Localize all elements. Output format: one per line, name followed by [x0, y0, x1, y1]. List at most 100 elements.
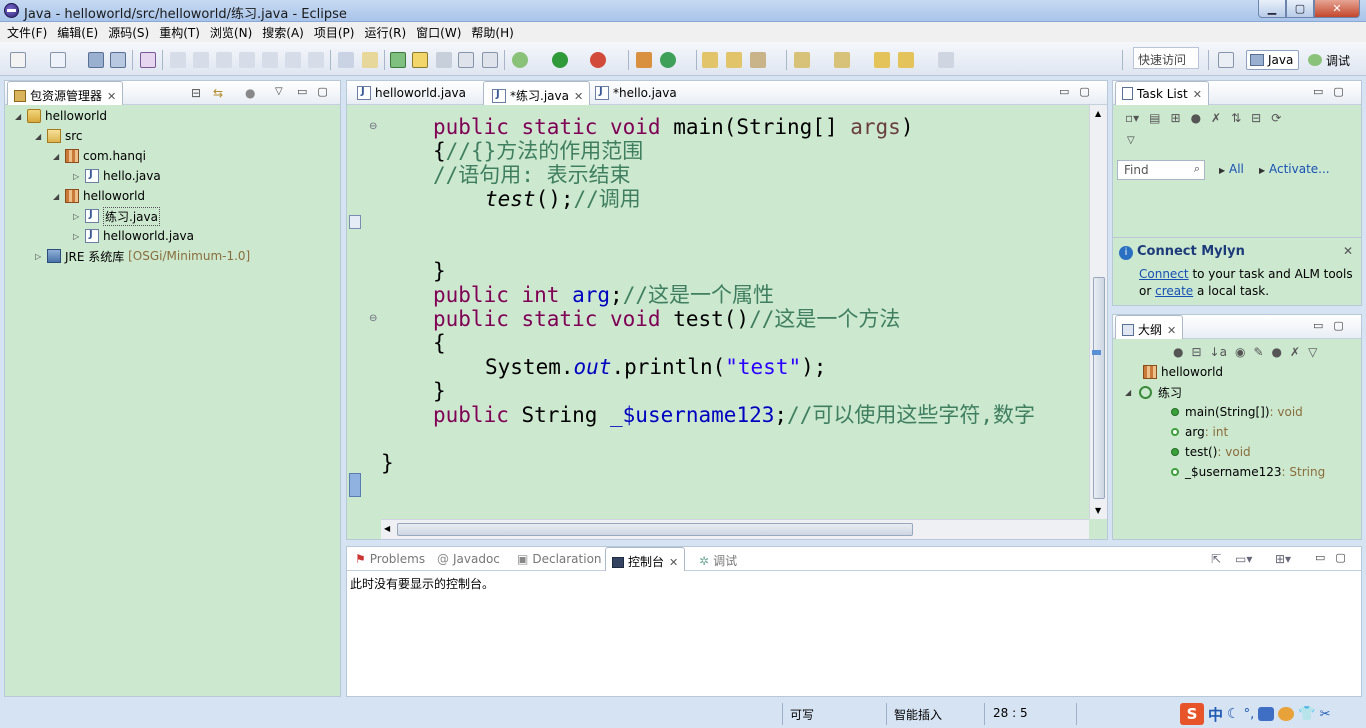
menu-refactor[interactable]: 重构(T): [154, 24, 205, 41]
hide-local-types-icon[interactable]: ✗: [1290, 345, 1300, 359]
categorized-icon[interactable]: ▤: [1149, 111, 1160, 125]
code-editor[interactable]: public static void main(String[] args) {…: [381, 105, 1089, 519]
new-java-class-icon[interactable]: [660, 52, 676, 68]
block-selection-icon[interactable]: [436, 52, 452, 68]
perspective-debug[interactable]: 调试: [1305, 50, 1353, 70]
task-activate[interactable]: ▶ Activate...: [1259, 162, 1330, 176]
forward-icon[interactable]: [938, 52, 954, 68]
tree-file-hello[interactable]: ▷hello.java: [73, 166, 161, 186]
maximize-button[interactable]: ▢: [1286, 0, 1314, 18]
tab-console[interactable]: 控制台 ✕: [605, 547, 686, 571]
moon-icon[interactable]: ☾: [1227, 706, 1240, 722]
open-task-icon[interactable]: [702, 52, 718, 68]
word-wrap-icon[interactable]: [458, 52, 474, 68]
collapse-all-icon[interactable]: ⊟: [191, 86, 201, 100]
task-find-input[interactable]: Find ⌕: [1117, 160, 1205, 180]
tab-lianxi-java[interactable]: *练习.java✕: [483, 81, 591, 105]
search-icon[interactable]: ⌕: [1194, 162, 1200, 176]
create-link[interactable]: create: [1155, 284, 1193, 298]
outline-package[interactable]: helloworld: [1141, 362, 1223, 382]
editor-vertical-thumb[interactable]: [1093, 277, 1105, 499]
overview-ruler-marker[interactable]: [1092, 350, 1101, 355]
menu-project[interactable]: 项目(P): [309, 24, 360, 41]
pilcrow-icon[interactable]: [482, 52, 498, 68]
hide-nonpublic-icon[interactable]: ●: [1272, 345, 1282, 359]
quick-access-input[interactable]: 快速访问: [1133, 47, 1199, 69]
editor-vertical-scrollbar[interactable]: ▲ ▼: [1089, 105, 1107, 519]
focus-workweek-icon[interactable]: ●: [1191, 111, 1201, 125]
link-with-editor-icon[interactable]: ⇆: [213, 86, 223, 100]
tree-project[interactable]: ◢ helloworld: [15, 106, 107, 126]
scroll-left-icon[interactable]: ◀: [384, 524, 390, 533]
outline-member[interactable]: main(String[]) : void: [1169, 402, 1303, 422]
focus-on-task-icon[interactable]: ●: [245, 86, 255, 100]
open-type-icon[interactable]: [390, 52, 406, 68]
hide-static-icon[interactable]: ✎: [1253, 345, 1263, 359]
ime-mode[interactable]: 中: [1208, 704, 1223, 725]
sort-icon[interactable]: ↓a: [1210, 345, 1227, 359]
open-console-icon[interactable]: ⊞▾: [1275, 552, 1291, 566]
tree-jre-library[interactable]: ▷ JRE 系统库 [OSGi/Minimum-1.0]: [35, 246, 250, 266]
tab-hello-java[interactable]: *hello.java: [587, 81, 683, 105]
close-tab-icon[interactable]: ✕: [1167, 324, 1176, 337]
menu-run[interactable]: 运行(R): [359, 24, 411, 41]
tools-icon[interactable]: ✂: [1320, 707, 1331, 722]
view-menu-icon[interactable]: ▽: [275, 86, 283, 97]
scheduled-icon[interactable]: ⊞: [1171, 111, 1181, 125]
close-tab-icon[interactable]: ✕: [669, 556, 678, 569]
menu-search[interactable]: 搜索(A): [257, 24, 309, 41]
focus-icon[interactable]: ●: [1173, 345, 1183, 359]
tab-debug[interactable]: ✲ 调试: [693, 547, 743, 571]
outline-class[interactable]: ◢ 练习: [1125, 382, 1182, 402]
external-tools-icon[interactable]: [590, 52, 606, 68]
outline-member[interactable]: _$username123 : String: [1169, 462, 1325, 482]
skip-breakpoints-icon[interactable]: [140, 52, 156, 68]
punctuation-icon[interactable]: °,: [1244, 707, 1255, 722]
outline-member[interactable]: arg : int: [1169, 422, 1228, 442]
menu-source[interactable]: 源码(S): [103, 24, 154, 41]
tab-declaration[interactable]: ▣ Declaration: [511, 547, 608, 571]
new-file-icon[interactable]: [10, 52, 26, 68]
next-annotation-icon[interactable]: [794, 52, 810, 68]
tab-task-list[interactable]: Task List ✕: [1115, 81, 1209, 105]
outline-min-max-icons[interactable]: ▭▢: [1313, 319, 1354, 332]
tree-src[interactable]: ◢ src: [35, 126, 83, 146]
close-tab-icon[interactable]: ✕: [107, 90, 116, 103]
open-perspective-icon[interactable]: [1218, 52, 1234, 68]
shirt-icon[interactable]: 👕: [1298, 706, 1315, 722]
close-tab-icon[interactable]: ✕: [574, 90, 583, 103]
scroll-up-icon[interactable]: ▲: [1095, 109, 1101, 118]
tree-package-helloworld[interactable]: ◢ helloworld: [53, 186, 145, 206]
new-java-package-icon[interactable]: [636, 52, 652, 68]
menu-help[interactable]: 帮助(H): [466, 24, 518, 41]
console-min-max-icons[interactable]: ▭▢: [1315, 551, 1356, 564]
skin-icon[interactable]: [1278, 707, 1295, 721]
task-filter-all[interactable]: ▶ All: [1219, 162, 1244, 176]
back-icon[interactable]: [898, 52, 914, 68]
tree-file-helloworld[interactable]: ▷helloworld.java: [73, 226, 194, 246]
show-whitespace-icon[interactable]: [338, 52, 354, 68]
tab-outline[interactable]: 大纲 ✕: [1115, 315, 1184, 339]
task-list-min-max-icons[interactable]: ▭▢: [1313, 85, 1354, 98]
tab-helloworld-java[interactable]: helloworld.java: [349, 81, 472, 105]
scroll-down-icon[interactable]: ▼: [1095, 506, 1101, 515]
menu-window[interactable]: 窗口(W): [411, 24, 466, 41]
menu-navigate[interactable]: 浏览(N): [205, 24, 257, 41]
min-max-icons[interactable]: ▭▢: [297, 85, 338, 98]
task-view-menu-icon[interactable]: ▽: [1127, 135, 1135, 146]
collapse-tasks-icon[interactable]: ⇅: [1231, 111, 1241, 125]
new-project-icon[interactable]: [50, 52, 66, 68]
display-console-icon[interactable]: ▭▾: [1235, 552, 1252, 566]
synchronize-icon[interactable]: ⟳: [1271, 111, 1281, 125]
debug-icon[interactable]: [512, 52, 528, 68]
close-button[interactable]: ✕: [1314, 0, 1360, 18]
last-edit-location-icon[interactable]: [874, 52, 890, 68]
fold-icon[interactable]: ⊖: [369, 313, 377, 324]
menu-edit[interactable]: 编辑(E): [52, 24, 103, 41]
perspective-java[interactable]: Java: [1246, 50, 1300, 70]
open-folder-icon[interactable]: [726, 52, 742, 68]
collapse-outline-icon[interactable]: ⊟: [1191, 345, 1201, 359]
menu-file[interactable]: 文件(F): [2, 24, 52, 41]
search-tool-icon[interactable]: [750, 52, 766, 68]
connect-link[interactable]: Connect: [1139, 267, 1189, 281]
